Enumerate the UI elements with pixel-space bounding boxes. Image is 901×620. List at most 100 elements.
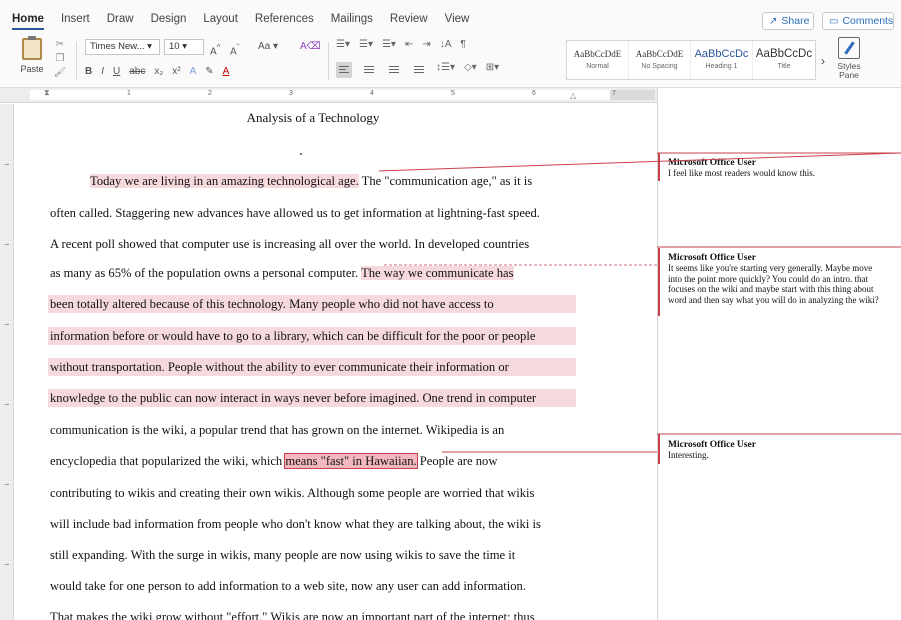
indent-marker-icon[interactable]: ⧗ [44, 88, 50, 98]
font-name-select[interactable]: Times New... ▾ [85, 39, 160, 55]
tab-design[interactable]: Design [151, 13, 187, 28]
bullets-icon[interactable]: ☰▾ [336, 39, 350, 50]
paragraph-line: information before or would have to go t… [50, 329, 536, 343]
clipboard-tools: ✂ ❐ 🖌 [52, 38, 68, 82]
font-size-value: 10 [169, 41, 180, 52]
superscript-button[interactable]: x² [172, 66, 180, 77]
document-page[interactable]: Analysis of a Technology Today we are li… [14, 104, 657, 620]
paragraph-line: That makes the wiki grow without "effort… [50, 610, 535, 620]
paragraph-line: will include bad information from people… [50, 517, 541, 531]
multilevel-list-icon[interactable]: ☰▾ [382, 39, 396, 50]
font-name-value: Times New... [90, 41, 145, 52]
style-normal[interactable]: AaBbCcDdE Normal [567, 41, 629, 79]
vertical-ruler[interactable] [0, 104, 14, 620]
right-indent-marker-icon[interactable]: △ [570, 91, 576, 100]
divider [328, 42, 329, 80]
styles-pane-label: Styles Pane [837, 61, 861, 80]
strikethrough-button[interactable]: abc [129, 66, 145, 77]
numbering-icon[interactable]: ☰▾ [359, 39, 373, 50]
share-icon: ↗ [769, 15, 778, 27]
highlight-icon[interactable]: ✎ [205, 66, 213, 77]
comment-author: Microsoft Office User [668, 440, 756, 450]
shrink-font-button[interactable]: Aˇ [230, 39, 239, 57]
comment-card[interactable]: Microsoft Office User Interesting. [659, 440, 901, 461]
comment-body: It seems like you're starting very gener… [668, 263, 873, 273]
format-painter-icon[interactable]: 🖌 [52, 66, 68, 80]
clear-formatting-icon[interactable]: A⌫ [300, 39, 321, 55]
styles-pane-button[interactable]: Styles Pane [834, 37, 864, 80]
increase-indent-icon[interactable]: ⇥ [422, 39, 430, 50]
comment-body: word and then say what you will do in an… [668, 294, 879, 305]
style-no-spacing[interactable]: AaBbCcDdE No Spacing [629, 41, 691, 79]
tab-review[interactable]: Review [390, 13, 428, 28]
comment-body: focuses on the wiki and maybe start with… [668, 284, 874, 294]
align-right-icon[interactable] [386, 62, 402, 78]
comment-pane: Microsoft Office User I feel like most r… [657, 88, 901, 620]
font-size-select[interactable]: 10 ▾ [164, 39, 204, 55]
subscript-button[interactable]: x₂ [154, 66, 163, 77]
paragraph-line: contributing to wikis and creating their… [50, 486, 535, 500]
chevron-right-icon[interactable]: › [821, 54, 825, 68]
text-run: One trend in computer [419, 391, 537, 405]
paragraph-line: encyclopedia that popularized the wiki, … [50, 452, 497, 470]
text-run: The "communication age," as it is [358, 174, 533, 188]
tab-layout[interactable]: Layout [203, 13, 238, 28]
underline-button[interactable]: U [113, 66, 120, 77]
borders-icon[interactable]: ⊞▾ [486, 62, 499, 78]
paragraph-line: knowledge to the public can now interact… [50, 389, 536, 407]
commented-text[interactable]: The way we communicate has [361, 266, 514, 280]
style-sample: AaBbCcDc [694, 48, 749, 60]
style-name: Normal [586, 63, 609, 70]
align-center-icon[interactable] [361, 62, 377, 78]
style-title[interactable]: AaBbCcDc Title [753, 41, 815, 79]
ruler-number: 1 [127, 90, 131, 97]
bold-button[interactable]: B [85, 66, 92, 77]
commented-text[interactable]: knowledge to the public can now interact… [50, 391, 420, 405]
style-name: No Spacing [641, 63, 678, 70]
change-case-button[interactable]: Aa ▾ [258, 39, 278, 55]
cut-icon[interactable]: ✂ [52, 38, 68, 52]
paste-button[interactable]: Paste [14, 36, 50, 82]
comments-label: Comments [842, 15, 894, 27]
comment-author: Microsoft Office User [668, 253, 756, 263]
commented-text[interactable]: means "fast" in Hawaiian. [284, 453, 418, 469]
cursor-mark [300, 153, 302, 155]
tab-mailings[interactable]: Mailings [331, 13, 373, 28]
font-color-button[interactable]: A [223, 66, 230, 77]
text-run: as many as 65% of the population owns a … [50, 266, 362, 280]
comment-body: I feel like most readers would know this… [668, 168, 815, 178]
italic-button[interactable]: I [101, 66, 104, 77]
divider [76, 42, 77, 80]
line-spacing-icon[interactable]: ↕☰▾ [436, 62, 455, 78]
grow-font-button[interactable]: A^ [210, 39, 221, 57]
ribbon: Paste ✂ ❐ 🖌 Times New... ▾ 10 ▾ A^ Aˇ Aa… [0, 34, 901, 88]
justify-icon[interactable] [411, 62, 427, 78]
tab-draw[interactable]: Draw [107, 13, 134, 28]
tab-references[interactable]: References [255, 13, 314, 28]
sort-icon[interactable]: ↓A [440, 39, 452, 50]
align-left-icon[interactable] [336, 62, 352, 78]
tab-home[interactable]: Home [12, 13, 44, 30]
commented-text[interactable]: Today we are living in an amazing techno… [90, 174, 359, 188]
copy-icon[interactable]: ❐ [52, 52, 68, 66]
style-sample: AaBbCcDdE [573, 49, 622, 59]
show-formatting-icon[interactable]: ¶ [460, 39, 465, 50]
document-title: Analysis of a Technology [246, 110, 380, 125]
tab-insert[interactable]: Insert [61, 13, 90, 28]
shading-icon[interactable]: ◇▾ [464, 62, 477, 78]
tab-view[interactable]: View [445, 13, 470, 28]
text-effects-button[interactable]: A [190, 66, 197, 77]
ruler-margin [610, 90, 655, 100]
paragraph-line: Today we are living in an amazing techno… [90, 172, 532, 190]
clipboard-icon [22, 36, 42, 60]
share-button[interactable]: ↗ Share [762, 12, 814, 30]
comments-button[interactable]: ▭ Comments [822, 12, 894, 30]
ruler-number: 2 [208, 90, 212, 97]
style-name: Heading 1 [705, 63, 738, 70]
comment-card[interactable]: Microsoft Office User It seems like you'… [659, 253, 901, 305]
decrease-indent-icon[interactable]: ⇤ [405, 39, 413, 50]
comment-body: into the point more quickly? You could d… [668, 273, 868, 284]
paragraph-line: A recent poll showed that computer use i… [50, 237, 530, 251]
style-heading-1[interactable]: AaBbCcDc Heading 1 [691, 41, 753, 79]
comment-card[interactable]: Microsoft Office User I feel like most r… [659, 158, 901, 179]
